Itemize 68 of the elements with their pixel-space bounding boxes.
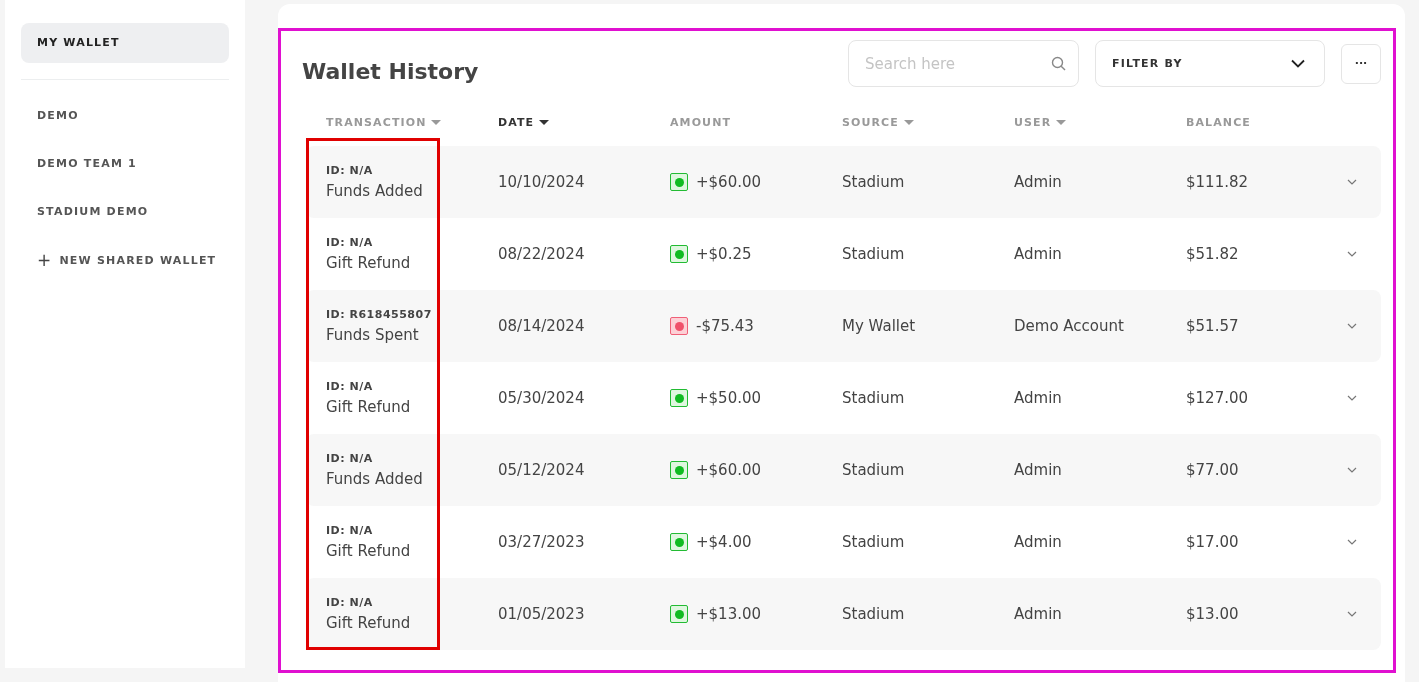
chevron-down-icon [1347,251,1357,257]
transaction-type: Funds Added [326,182,424,200]
sidebar-item[interactable]: MY WALLET [21,23,229,63]
table-cell-text: Demo Account [1014,317,1125,335]
chevron-down-icon [1347,395,1357,401]
table-cell-text: $51.57 [1186,317,1240,335]
table-cell-text: Stadium [842,173,906,191]
more-button[interactable]: ··· [1341,43,1381,84]
sidebar-item[interactable]: STADIUM DEMO [21,192,229,232]
table-cell-text: Admin [1014,533,1063,551]
table-cell: +$60.00 [696,173,762,191]
transaction-type: Funds Spent [326,326,420,344]
chevron-down-icon [1347,323,1357,329]
search-field[interactable]: Search here [848,40,1079,87]
table-cell-text: 05/30/2024 [498,389,586,407]
table-cell-text: 01/05/2023 [498,605,586,623]
table-cell: +$60.00 [696,461,762,479]
table-cell-text: Admin [1014,245,1063,263]
table-cell-text: $127.00 [1186,389,1250,407]
chevron-down-icon [1291,59,1305,68]
chevron-down-icon [1347,467,1357,473]
transaction-id: ID: N/A [326,380,374,393]
table-cell-text: Stadium [842,461,906,479]
transaction-type: Gift Refund [326,254,412,272]
chevron-down-icon [1347,539,1357,545]
table-cell-text: 03/27/2023 [498,533,586,551]
table-cell-text: 08/14/2024 [498,317,586,335]
transaction-id: ID: N/A [326,164,374,177]
table-cell-text: My Wallet [842,317,917,335]
table-cell-text: $111.82 [1186,173,1250,191]
column-header[interactable]: DATE [498,115,550,129]
table-cell-text: Stadium [842,245,906,263]
table-cell-text: Admin [1014,461,1063,479]
new-shared-wallet-button[interactable]: + NEW SHARED WALLET [21,240,229,280]
transaction-type: Funds Added [326,470,424,488]
table-cell-text: Admin [1014,173,1063,191]
sidebar-item[interactable]: DEMO TEAM 1 [21,144,229,184]
filter-dropdown[interactable]: FILTER BY [1095,40,1325,87]
table-cell-text: $77.00 [1186,461,1240,479]
table-cell-text: $17.00 [1186,533,1240,551]
table-cell-text: Stadium [842,533,906,551]
table-cell-text: $51.82 [1186,245,1240,263]
table-cell: -$75.43 [696,317,754,335]
table-cell-text: 10/10/2024 [498,173,586,191]
transaction-type: Gift Refund [326,614,412,632]
transaction-type: Gift Refund [326,398,412,416]
table-cell: +$0.25 [696,245,752,263]
transaction-id: ID: N/A [326,524,374,537]
table-cell-text: 08/22/2024 [498,245,586,263]
transaction-type: Gift Refund [326,542,412,560]
transaction-id: ID: N/A [326,596,374,609]
transaction-id: ID: R618455807 [326,308,433,321]
table-cell-text: Stadium [842,605,906,623]
table-cell: +$50.00 [696,389,762,407]
table-cell-text: Stadium [842,389,906,407]
sidebar-item[interactable]: DEMO [21,96,229,136]
transaction-id: ID: N/A [326,236,374,249]
table-cell-text: 05/12/2024 [498,461,586,479]
chevron-down-icon [1347,611,1357,617]
table-cell-text: Admin [1014,389,1063,407]
transaction-id: ID: N/A [326,452,374,465]
chevron-down-icon [1347,179,1357,185]
table-cell: +$4.00 [696,533,752,551]
table-cell-text: Admin [1014,605,1063,623]
search-icon [1051,56,1066,71]
section-title: Wallet History [302,57,480,84]
table-cell-text: $13.00 [1186,605,1240,623]
table-cell: +$13.00 [696,605,762,623]
